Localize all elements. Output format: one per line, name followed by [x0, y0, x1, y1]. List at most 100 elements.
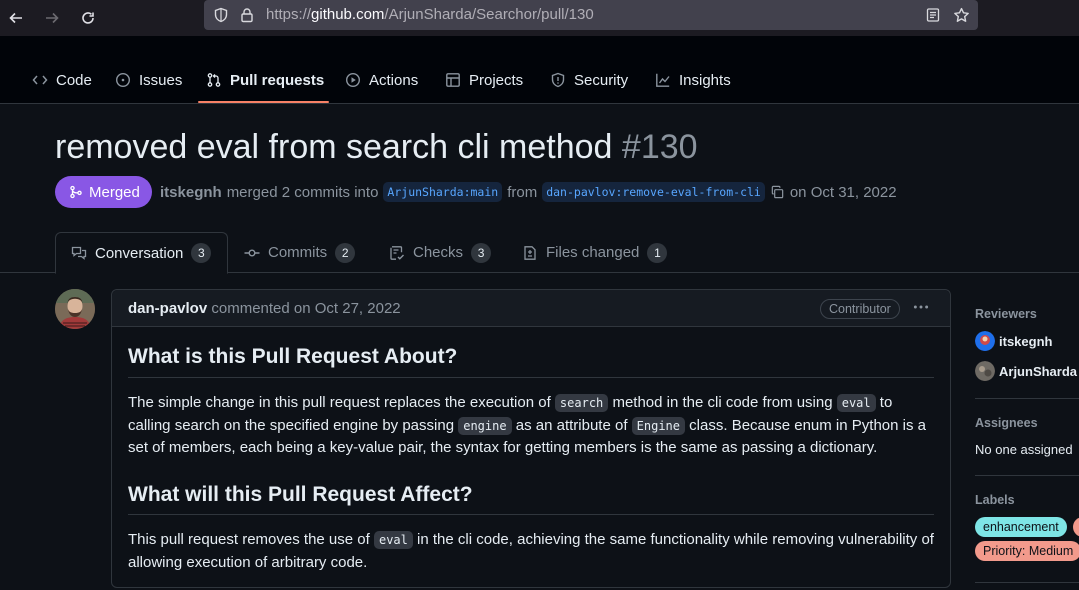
tab-files-changed-count: 1: [647, 242, 668, 263]
tab-projects[interactable]: Projects: [445, 70, 523, 90]
tab-checks-count: 3: [471, 242, 492, 263]
label-priority-medium[interactable]: Priority: Medium: [975, 541, 1079, 561]
labels-heading[interactable]: Labels: [975, 493, 1015, 507]
url-text[interactable]: https://github.com/ArjunSharda/Searchor/…: [266, 6, 594, 23]
merged-text: merged 2 commits into: [226, 183, 379, 201]
reviewer-name: ArjunSharda: [999, 363, 1078, 379]
inline-code: engine: [458, 416, 512, 435]
reviewer-name: itskegnh: [999, 333, 1053, 349]
git-merge-icon: [70, 185, 82, 199]
assignees-heading[interactable]: Assignees: [975, 416, 1038, 430]
inline-code: Engine: [631, 416, 686, 435]
tab-commits-count: 2: [335, 242, 356, 263]
tracking-shield-icon[interactable]: [212, 6, 230, 24]
tab-files-changed-label: Files changed: [546, 244, 640, 261]
reviewer-avatar: [975, 361, 995, 381]
play-icon: [345, 72, 361, 88]
file-diff-icon: [524, 245, 536, 260]
arrow-right-icon: [46, 12, 59, 24]
selected-tab-indicator: [198, 101, 329, 103]
tab-files-changed[interactable]: Files changed 1: [522, 232, 668, 273]
comment-discussion-icon: [71, 246, 87, 260]
comment-options-button[interactable]: [912, 298, 934, 318]
comment-paragraph-1: The simple change in this pull request r…: [128, 394, 926, 456]
sidebar-divider: [975, 582, 1079, 583]
tab-insights-label: Insights: [679, 71, 731, 89]
code-icon: [32, 75, 48, 85]
heading-2-divider: [128, 514, 934, 515]
comment-heading-1: What is this Pull Request About?: [128, 345, 458, 368]
reviewers-heading[interactable]: Reviewers: [975, 307, 1037, 321]
merged-date: on Oct 31, 2022: [789, 183, 897, 201]
tab-security-label: Security: [574, 71, 629, 89]
tab-projects-label: Projects: [469, 71, 524, 89]
head-branch[interactable]: dan-pavlov:remove-eval-from-cli: [542, 182, 765, 202]
merger-link[interactable]: itskegnh: [160, 184, 222, 201]
comment-author-link[interactable]: dan-pavlov: [128, 300, 207, 317]
repo-navigation: Code Issues Pull requests Actions Projec…: [0, 36, 1079, 104]
tab-conversation-count: 3: [191, 243, 212, 263]
inline-code: eval: [836, 394, 876, 412]
copy-icon[interactable]: [770, 185, 785, 200]
contributor-badge: Contributor: [820, 299, 900, 319]
back-button[interactable]: [4, 6, 28, 30]
comment-box: dan-pavlov commented on Oct 27, 2022 Con…: [111, 289, 951, 588]
page-title: removed eval from search cli method #130: [55, 128, 698, 167]
tab-actions[interactable]: Actions: [345, 70, 418, 90]
reader-view-icon[interactable]: [924, 6, 942, 24]
avatar[interactable]: [55, 289, 95, 329]
heading-1-divider: [128, 377, 934, 378]
tab-code-label: Code: [56, 71, 92, 89]
reviewer-avatar: [975, 331, 995, 351]
git-commit-icon: [244, 248, 260, 256]
inline-code: search: [554, 394, 609, 412]
tab-issues-label: Issues: [139, 71, 183, 89]
pr-tabs: Conversation 3 Commits 2 Checks 3 Files …: [0, 232, 1079, 274]
tab-checks-label: Checks: [413, 244, 464, 261]
assignees-empty-text: No one assigned: [975, 442, 1073, 457]
reviewer-item[interactable]: ArjunSharda: [975, 361, 1077, 381]
tab-issues[interactable]: Issues: [115, 70, 182, 90]
label-enhancement[interactable]: enhancement: [975, 517, 1067, 537]
sidebar-divider: [975, 475, 1079, 476]
tab-pull-requests[interactable]: Pull requests: [206, 70, 324, 90]
address-bar[interactable]: https://github.com/ArjunSharda/Searchor/…: [204, 0, 978, 30]
tab-conversation-label: Conversation: [95, 244, 184, 262]
graph-icon: [656, 73, 670, 87]
kebab-horizontal-icon: [913, 305, 929, 309]
pr-title-text: removed eval from search cli method: [55, 128, 613, 166]
shield-icon: [551, 72, 565, 88]
reload-icon: [82, 12, 94, 24]
tab-pull-requests-label: Pull requests: [230, 71, 325, 89]
sidebar-divider: [975, 398, 1079, 399]
base-branch[interactable]: ArjunSharda:main: [383, 182, 503, 202]
lock-icon[interactable]: [238, 6, 256, 24]
from-text: from: [507, 183, 538, 201]
reviewer-item[interactable]: itskegnh: [975, 331, 1052, 351]
tab-code[interactable]: Code: [32, 70, 92, 90]
bookmark-star-icon[interactable]: [952, 6, 970, 24]
status-badge: Merged: [55, 176, 152, 208]
tab-insights[interactable]: Insights: [655, 70, 731, 90]
issue-icon: [115, 72, 131, 88]
status-badge-label: Merged: [89, 183, 140, 201]
tab-security[interactable]: Security: [550, 70, 628, 90]
pull-request-icon: [207, 73, 221, 87]
comment-heading-2: What will this Pull Request Affect?: [128, 483, 473, 506]
forward-button[interactable]: [40, 6, 64, 30]
tab-conversation[interactable]: Conversation 3: [55, 232, 228, 274]
table-icon: [446, 73, 460, 87]
comment-header: dan-pavlov commented on Oct 27, 2022 Con…: [112, 290, 950, 327]
pr-meta-line: itskegnh merged 2 commits into ArjunShar…: [160, 182, 897, 202]
tab-checks[interactable]: Checks 3: [389, 232, 492, 273]
arrow-left-icon: [9, 12, 22, 24]
tab-actions-label: Actions: [369, 71, 419, 89]
inline-code: eval: [373, 531, 413, 549]
checklist-icon: [390, 245, 405, 260]
label-clipped[interactable]: [1073, 517, 1079, 537]
tab-commits[interactable]: Commits 2: [244, 232, 356, 273]
comment-timestamp[interactable]: commented on Oct 27, 2022: [211, 300, 400, 317]
pr-number: #130: [621, 128, 698, 166]
comment-byline: dan-pavlov commented on Oct 27, 2022: [128, 300, 401, 317]
reload-button[interactable]: [76, 6, 100, 30]
